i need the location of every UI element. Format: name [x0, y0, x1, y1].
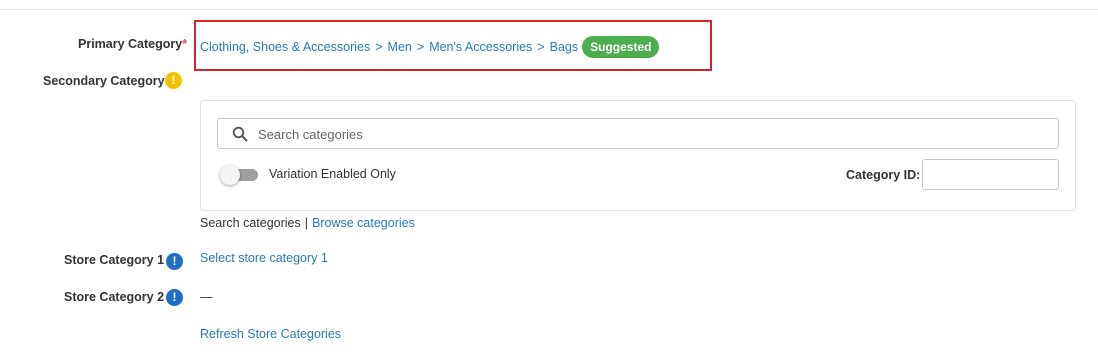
store-category-2-value: — [200, 290, 213, 304]
browse-categories-link[interactable]: Browse categories [312, 216, 415, 230]
primary-category-label-text: Primary Category [78, 37, 183, 51]
store-category-1-label: Store Category 1 [64, 253, 165, 267]
variation-enabled-toggle[interactable] [220, 165, 258, 185]
breadcrumb-item-bags[interactable]: Bags [550, 40, 579, 54]
suggested-badge: Suggested [582, 36, 660, 58]
search-categories-mode: Search categories [200, 216, 301, 230]
select-store-category-1-link[interactable]: Select store category 1 [200, 251, 328, 265]
warning-icon[interactable]: ! [165, 72, 182, 89]
category-search-panel: Variation Enabled Only Category ID: [200, 100, 1076, 211]
breadcrumb-separator: > [416, 40, 425, 54]
refresh-store-categories-link[interactable]: Refresh Store Categories [200, 327, 341, 341]
breadcrumb-item-mens-accessories[interactable]: Men's Accessories [429, 40, 532, 54]
secondary-category-label: Secondary Category [43, 74, 165, 88]
category-id-input[interactable] [922, 159, 1059, 190]
breadcrumb-separator: > [375, 40, 383, 54]
store-category-2-label: Store Category 2 [64, 290, 165, 304]
category-id-label: Category ID: [846, 168, 921, 182]
primary-category-breadcrumb: Clothing, Shoes & Accessories > Men > Me… [200, 36, 660, 58]
search-categories-input[interactable] [258, 123, 1038, 145]
breadcrumb-item-clothing[interactable]: Clothing, Shoes & Accessories [200, 40, 370, 54]
info-icon[interactable]: ! [166, 253, 183, 270]
primary-category-label: Primary Category* [78, 37, 187, 51]
category-mode-switch: Search categories | Browse categories [200, 216, 415, 230]
toggle-knob [220, 165, 240, 185]
variation-enabled-label: Variation Enabled Only [269, 167, 396, 181]
info-icon[interactable]: ! [166, 289, 183, 306]
breadcrumb-item-men[interactable]: Men [388, 40, 412, 54]
top-divider [0, 9, 1098, 10]
required-marker: * [182, 37, 188, 51]
mode-separator: | [304, 216, 309, 230]
search-icon [232, 126, 248, 142]
breadcrumb-separator: > [537, 40, 545, 54]
category-search-box[interactable] [217, 118, 1059, 149]
